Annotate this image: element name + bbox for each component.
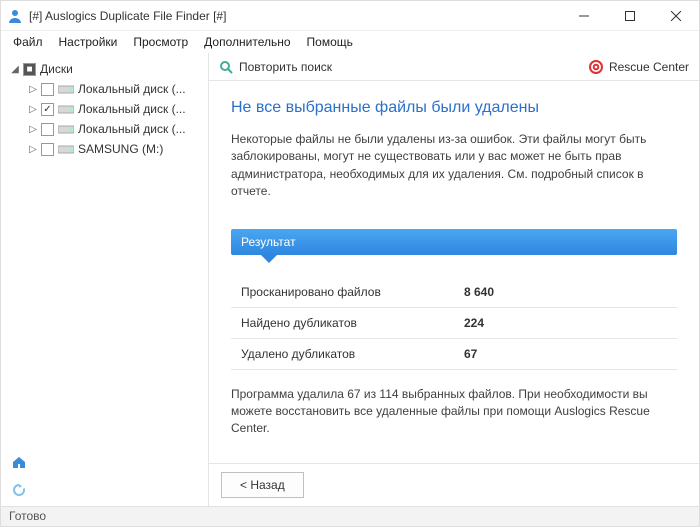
stat-label: Просканировано файлов: [231, 277, 454, 308]
stat-value: 67: [454, 338, 677, 369]
tree-item-label: Локальный диск (...: [78, 102, 186, 116]
menu-help[interactable]: Помощь: [299, 33, 361, 51]
back-button[interactable]: < Назад: [221, 472, 304, 498]
disk-icon: [58, 103, 74, 115]
menu-extra[interactable]: Дополнительно: [196, 33, 298, 51]
checkbox[interactable]: ✓: [41, 103, 54, 116]
search-icon: [219, 60, 233, 74]
stats-table: Просканировано файлов 8 640 Найдено дубл…: [231, 277, 677, 370]
disk-icon: [58, 143, 74, 155]
result-section-label: Результат: [241, 235, 296, 249]
checkbox[interactable]: [41, 83, 54, 96]
menu-settings[interactable]: Настройки: [51, 33, 126, 51]
stat-label: Найдено дубликатов: [231, 307, 454, 338]
toolbar: Повторить поиск Rescue Center: [209, 53, 699, 81]
result-section-header: Результат: [231, 229, 677, 255]
tree-root-label: Диски: [40, 62, 73, 76]
tree-item-label: Локальный диск (...: [78, 122, 186, 136]
sidebar: ◢ ■ Диски ▷ Локальный диск (... ▷ ✓ Лока…: [1, 53, 209, 506]
window-controls: [561, 1, 699, 31]
tree-item-label: Локальный диск (...: [78, 82, 186, 96]
tree-item-label: SAMSUNG (M:): [78, 142, 163, 156]
footer-bar: < Назад: [209, 463, 699, 506]
expand-icon[interactable]: ▷: [27, 124, 39, 135]
statusbar: Готово: [1, 506, 699, 526]
expand-icon[interactable]: ▷: [27, 84, 39, 95]
home-icon[interactable]: [11, 454, 27, 470]
window-title: [#] Auslogics Duplicate File Finder [#]: [29, 9, 226, 23]
tree-item[interactable]: ▷ SAMSUNG (M:): [27, 139, 204, 159]
tree-item[interactable]: ▷ ✓ Локальный диск (...: [27, 99, 204, 119]
repeat-label: Повторить поиск: [239, 60, 332, 74]
repeat-search-button[interactable]: Повторить поиск: [219, 60, 332, 74]
life-ring-icon: [589, 60, 603, 74]
menubar: Файл Настройки Просмотр Дополнительно По…: [1, 31, 699, 53]
stat-value: 224: [454, 307, 677, 338]
disk-icon: [58, 123, 74, 135]
refresh-icon[interactable]: [11, 482, 27, 498]
stat-value: 8 640: [454, 277, 677, 308]
table-row: Найдено дубликатов 224: [231, 307, 677, 338]
minimize-button[interactable]: [561, 1, 607, 31]
table-row: Просканировано файлов 8 640: [231, 277, 677, 308]
disk-icon: [58, 83, 74, 95]
summary-text: Программа удалила 67 из 114 выбранных фа…: [231, 386, 677, 438]
maximize-button[interactable]: [607, 1, 653, 31]
status-text: Готово: [9, 509, 46, 523]
tree-item[interactable]: ▷ Локальный диск (...: [27, 119, 204, 139]
expand-icon[interactable]: ▷: [27, 144, 39, 155]
titlebar: [#] Auslogics Duplicate File Finder [#]: [1, 1, 699, 31]
expand-icon[interactable]: ▷: [27, 104, 39, 115]
rescue-label: Rescue Center: [609, 60, 689, 74]
close-button[interactable]: [653, 1, 699, 31]
checkbox[interactable]: ■: [23, 63, 36, 76]
stat-label: Удалено дубликатов: [231, 338, 454, 369]
tree-root[interactable]: ◢ ■ Диски: [9, 59, 204, 79]
checkbox[interactable]: [41, 143, 54, 156]
checkbox[interactable]: [41, 123, 54, 136]
rescue-center-button[interactable]: Rescue Center: [589, 60, 689, 74]
tree-item[interactable]: ▷ Локальный диск (...: [27, 79, 204, 99]
result-headline: Не все выбранные файлы были удалены: [231, 99, 677, 117]
app-icon: [7, 8, 23, 24]
disk-tree: ◢ ■ Диски ▷ Локальный диск (... ▷ ✓ Лока…: [1, 53, 208, 446]
menu-file[interactable]: Файл: [5, 33, 51, 51]
main-panel: Повторить поиск Rescue Center Не все выб…: [209, 53, 699, 506]
result-paragraph: Некоторые файлы не были удалены из-за ош…: [231, 131, 677, 201]
collapse-icon[interactable]: ◢: [9, 64, 21, 75]
table-row: Удалено дубликатов 67: [231, 338, 677, 369]
menu-view[interactable]: Просмотр: [125, 33, 196, 51]
